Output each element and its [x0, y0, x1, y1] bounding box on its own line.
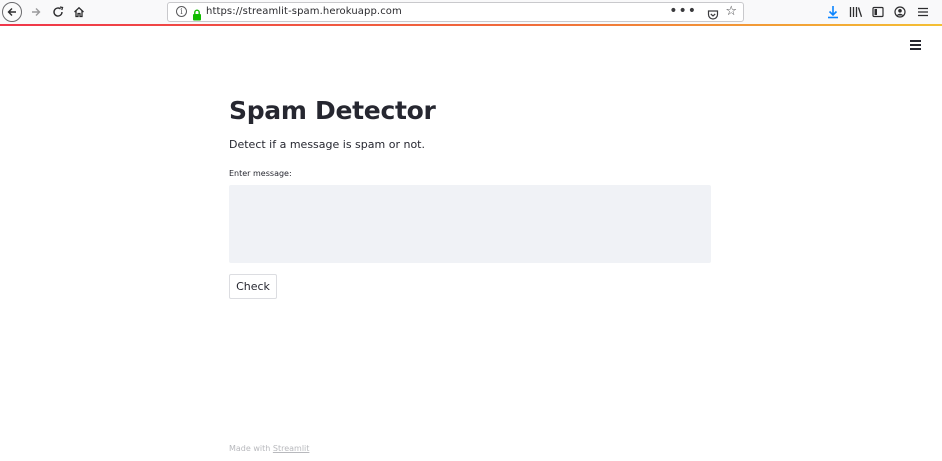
message-input-label: Enter message: — [229, 169, 292, 178]
sidebar-icon[interactable] — [872, 4, 884, 20]
page-actions-icon[interactable]: ••• — [669, 3, 697, 19]
url-text[interactable]: https://streamlit-spam.herokuapp.com — [206, 6, 402, 17]
back-arrow-icon[interactable] — [2, 2, 22, 22]
star-icon[interactable]: ☆ — [725, 4, 737, 19]
streamlit-link[interactable]: Streamlit — [273, 444, 310, 453]
account-icon[interactable] — [894, 4, 906, 20]
page-title: Spam Detector — [229, 96, 436, 125]
page-subtitle: Detect if a message is spam or not. — [229, 138, 425, 151]
footer: Made with Streamlit — [229, 444, 309, 453]
pocket-icon[interactable] — [707, 6, 719, 25]
browser-toolbar: i https://streamlit-spam.herokuapp.com •… — [0, 0, 942, 24]
home-icon[interactable] — [69, 2, 89, 22]
hamburger-menu-icon[interactable] — [917, 4, 929, 20]
reload-icon[interactable] — [48, 2, 68, 22]
footer-text: Made with — [229, 444, 273, 453]
download-icon[interactable] — [827, 4, 839, 20]
page-load-progress-bar — [0, 24, 942, 26]
message-textarea[interactable] — [229, 185, 711, 263]
library-icon[interactable] — [849, 4, 863, 20]
app-menu-icon[interactable] — [910, 40, 924, 52]
info-icon[interactable]: i — [176, 6, 187, 17]
forward-arrow-icon[interactable] — [26, 2, 46, 22]
address-bar[interactable]: i https://streamlit-spam.herokuapp.com •… — [167, 2, 744, 22]
lock-icon[interactable] — [192, 6, 202, 21]
check-button[interactable]: Check — [229, 274, 277, 299]
